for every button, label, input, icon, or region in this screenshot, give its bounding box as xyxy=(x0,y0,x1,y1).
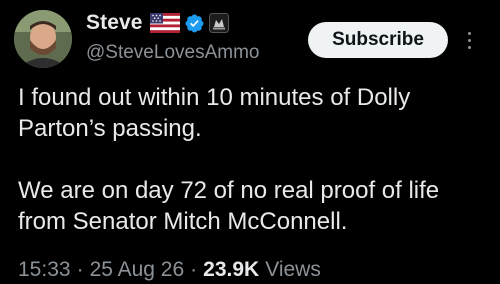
more-dot xyxy=(467,38,471,42)
display-name[interactable]: Steve xyxy=(86,11,143,35)
name-row: Steve xyxy=(86,10,229,36)
more-dot xyxy=(467,31,471,35)
meta-separator: · xyxy=(190,258,198,281)
tweet-paragraph: We are on day 72 of no real proof of lif… xyxy=(18,177,440,235)
more-options-icon[interactable] xyxy=(460,24,478,56)
more-dot xyxy=(467,45,471,49)
subscribe-button[interactable]: Subscribe xyxy=(308,22,448,58)
tweet-paragraph: I found out within 10 minutes of Dolly P… xyxy=(18,84,411,142)
tweet-time[interactable]: 15:33 xyxy=(18,258,71,282)
views-label: Views xyxy=(265,258,321,281)
tweet-meta: 15:33 · 25 Aug 26 · 23.9K Views xyxy=(18,258,321,282)
handle[interactable]: @SteveLovesAmmo xyxy=(86,42,259,64)
affiliate-badge-icon[interactable] xyxy=(208,13,229,33)
views-count[interactable]: 23.9K xyxy=(203,258,259,282)
avatar-image xyxy=(14,10,72,68)
tweet-date[interactable]: 25 Aug 26 xyxy=(90,258,185,282)
verified-icon[interactable] xyxy=(184,13,205,34)
us-flag-icon xyxy=(149,13,180,33)
meta-separator: · xyxy=(76,258,84,281)
avatar[interactable] xyxy=(14,10,72,68)
tweet: Steve @SteveLovesAmmo Subscribe I found … xyxy=(0,0,500,284)
tweet-text: I found out within 10 minutes of Dolly P… xyxy=(18,82,488,237)
